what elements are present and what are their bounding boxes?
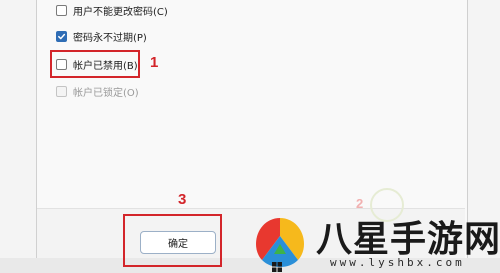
step-number-2: 2 — [356, 196, 364, 211]
checkbox-checked[interactable] — [56, 30, 67, 42]
watermark-title: 八星手游网 — [316, 219, 500, 260]
highlight-box-account-disabled — [50, 50, 140, 78]
windows-start-icon[interactable] — [272, 262, 282, 272]
checkbox[interactable] — [56, 4, 67, 16]
step-number-1: 1 — [150, 54, 159, 71]
option-user-cannot-change-password[interactable]: 用户不能更改密码(C) — [56, 2, 168, 18]
option-label: 用户不能更改密码(C) — [73, 6, 168, 18]
option-label: 帐户已锁定(O) — [73, 87, 139, 99]
step-number-3: 3 — [178, 191, 187, 208]
checkbox-disabled — [56, 85, 67, 97]
option-password-never-expires[interactable]: 密码永不过期(P) — [56, 28, 147, 44]
checkmark-icon — [58, 33, 66, 39]
ok-button[interactable]: 确定 — [140, 231, 216, 254]
option-label: 密码永不过期(P) — [73, 32, 147, 44]
option-account-locked: 帐户已锁定(O) — [56, 83, 139, 99]
watermark-url: www.lyshbx.com — [330, 256, 465, 269]
